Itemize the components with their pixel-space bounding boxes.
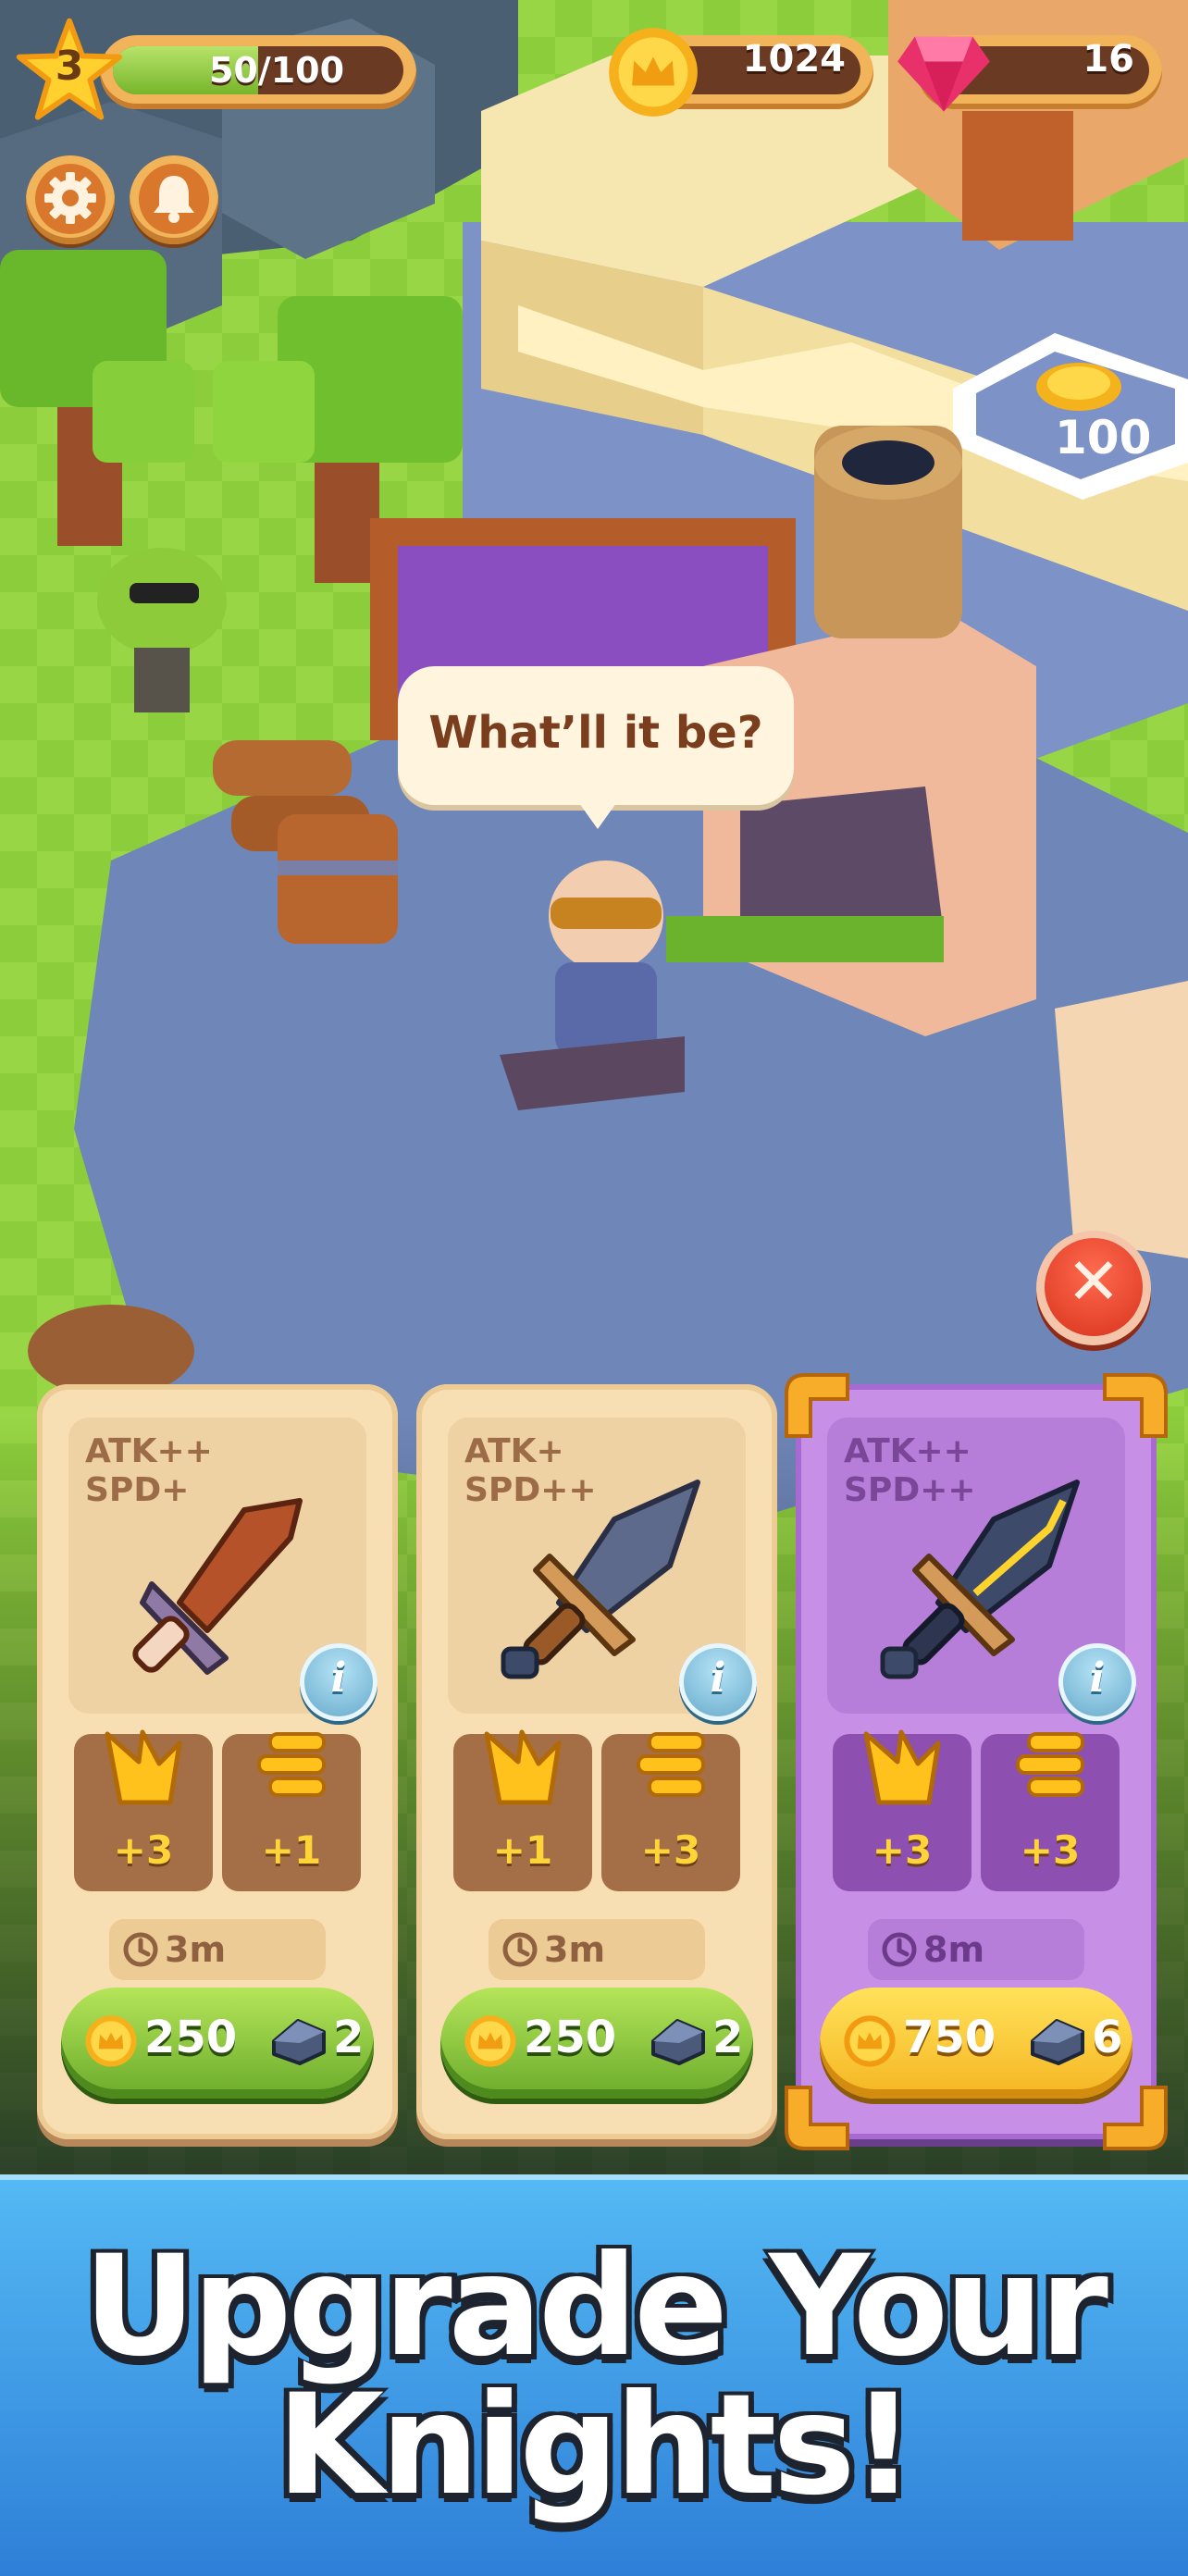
bell-icon <box>154 176 194 223</box>
crown-coin-icon <box>844 2015 896 2067</box>
gold-cost: 250 <box>524 2012 617 2063</box>
info-icon: i <box>330 1654 347 1702</box>
attack-claw-icon <box>105 1729 182 1805</box>
crown-coin-icon <box>609 28 698 117</box>
settings-button[interactable] <box>26 155 115 244</box>
craft-time: 3m <box>165 1929 227 1970</box>
speed-bonus-value: +3 <box>640 1827 701 1873</box>
speed-bonus-value: +1 <box>261 1827 322 1873</box>
ore-cost: 2 <box>712 2012 744 2063</box>
buy-button[interactable]: 250 2 <box>61 1988 374 2099</box>
craft-time: 3m <box>544 1929 606 1970</box>
ore-cost: 2 <box>333 2012 365 2063</box>
speech-bubble: What’ll it be? <box>398 666 794 829</box>
attack-claw-icon <box>863 1729 941 1805</box>
level-number: 3 <box>55 43 84 90</box>
iron-ore-icon <box>1031 2019 1084 2065</box>
speed-bars-icon <box>637 1732 705 1797</box>
speed-bars-icon <box>257 1732 326 1797</box>
gold-cost: 750 <box>903 2012 996 2063</box>
craft-timer: 3m <box>109 1919 326 1980</box>
speed-bonus: +1 <box>222 1732 361 1891</box>
clock-icon <box>502 1932 538 1967</box>
upgrade-card-2[interactable]: ATK+ SPD++ i +1 +3 3m 250 2 <box>416 1384 777 2139</box>
craft-timer: 3m <box>489 1919 705 1980</box>
clock-icon <box>123 1932 158 1967</box>
info-button[interactable]: i <box>300 1643 377 1721</box>
info-button[interactable]: i <box>1058 1643 1136 1721</box>
promo-banner: Upgrade Your Knights! <box>0 2174 1188 2576</box>
attack-bonus-value: +3 <box>113 1827 174 1873</box>
crown-coin-icon <box>464 2015 516 2067</box>
clock-icon <box>882 1932 917 1967</box>
top-hud: 50/100 3 1024 16 <box>0 0 1188 244</box>
speed-bonus: +3 <box>981 1732 1120 1891</box>
speech-text: What’ll it be? <box>428 707 763 759</box>
attack-bonus: +3 <box>74 1729 213 1891</box>
buy-button[interactable]: 750 6 <box>820 1988 1132 2099</box>
craft-time: 8m <box>923 1929 985 1970</box>
buy-button[interactable]: 250 2 <box>440 1988 753 2099</box>
info-icon: i <box>710 1654 726 1702</box>
attack-bonus: +1 <box>453 1729 592 1891</box>
upgrade-card-1[interactable]: ATK++ SPD+ i +3 +1 3m 250 2 <box>37 1384 398 2139</box>
iron-ore-icon <box>651 2019 705 2065</box>
stat-label: ATK+ SPD++ <box>464 1432 597 1509</box>
crown-coin-icon <box>85 2015 137 2067</box>
xp-bar: 50/100 <box>100 35 416 109</box>
speed-bars-icon <box>1016 1732 1084 1797</box>
close-icon: ✕ <box>1066 1244 1121 1319</box>
gear-icon <box>44 172 96 224</box>
stat-label: ATK++ SPD+ <box>85 1432 213 1509</box>
banner-line-2: Knights! <box>277 2365 915 2526</box>
attack-bonus-value: +3 <box>872 1827 933 1873</box>
attack-claw-icon <box>484 1729 562 1805</box>
gem-amount: 16 <box>1083 38 1134 80</box>
iron-ore-icon <box>272 2019 326 2065</box>
attack-bonus: +3 <box>833 1729 971 1891</box>
craft-timer: 8m <box>868 1919 1084 1980</box>
xp-text: 50/100 <box>208 50 345 91</box>
ore-cost: 6 <box>1092 2012 1123 2063</box>
gold-cost: 250 <box>144 2012 238 2063</box>
speed-bonus: +3 <box>601 1732 740 1891</box>
stat-label: ATK++ SPD++ <box>844 1432 976 1509</box>
info-icon: i <box>1089 1654 1106 1702</box>
gold-amount: 1024 <box>742 38 846 80</box>
attack-bonus-value: +1 <box>492 1827 553 1873</box>
speed-bonus-value: +3 <box>1020 1827 1081 1873</box>
close-button[interactable]: ✕ <box>1036 1231 1151 1345</box>
banner-line-1: Upgrade Your <box>83 2226 1108 2387</box>
notifications-button[interactable] <box>130 155 218 244</box>
info-button[interactable]: i <box>679 1643 757 1721</box>
gem-icon <box>897 36 990 112</box>
upgrade-card-3[interactable]: ATK++ SPD++ i +3 +3 8m 750 6 <box>785 1373 1168 2150</box>
